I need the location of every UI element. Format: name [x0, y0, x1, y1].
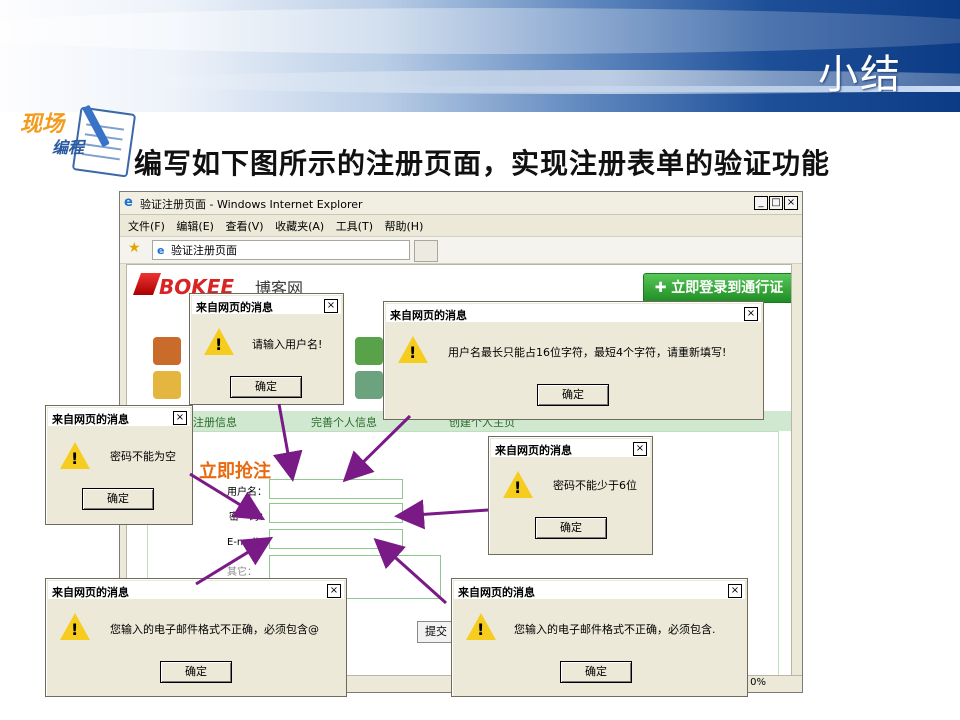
- arrow-password-empty: [189, 472, 266, 521]
- arrow-username-empty: [272, 403, 303, 482]
- callout-arrows: [189, 403, 489, 605]
- arrow-email-dot: [373, 537, 448, 605]
- arrow-password-short: [394, 499, 489, 530]
- arrow-username-length: [342, 414, 412, 483]
- arrow-email-at: [195, 536, 274, 586]
